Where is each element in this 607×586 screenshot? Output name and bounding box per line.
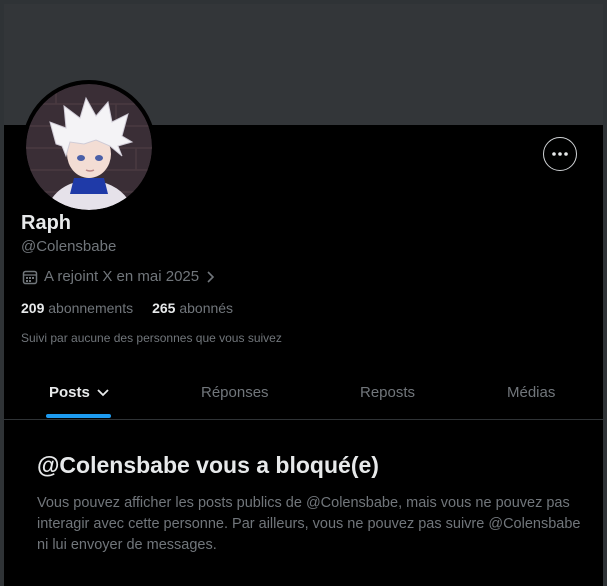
followers-count: 265 xyxy=(152,300,176,316)
blocked-description: Vous pouvez afficher les posts publics d… xyxy=(37,495,581,553)
chevron-down-icon xyxy=(97,388,109,396)
followed-by-text: Suivi par aucune des personnes que vous … xyxy=(21,331,282,345)
joined-date-label: A rejoint X en mai 2025 xyxy=(44,268,200,285)
follow-stats: 209 abonnements 265 abonnés xyxy=(21,300,233,316)
blocked-title: @Colensbabe vous a bloqué(e) xyxy=(37,452,379,478)
followers-label: abonnés xyxy=(179,300,234,316)
tab-media-label: Médias xyxy=(507,384,556,401)
profile-handle: @Colensbabe xyxy=(21,238,117,255)
profile-name: Raph xyxy=(21,212,71,234)
active-tab-indicator xyxy=(46,414,111,418)
joined-date-link[interactable]: A rejoint X en mai 2025 xyxy=(22,268,215,285)
calendar-icon xyxy=(22,270,38,284)
chevron-right-icon xyxy=(207,270,215,283)
tab-replies[interactable]: Réponses xyxy=(201,366,269,419)
more-options-button[interactable] xyxy=(543,137,577,171)
more-horizontal-icon xyxy=(552,152,568,156)
tab-posts-label: Posts xyxy=(49,384,90,401)
profile-tabs: Posts Réponses Reposts Médias xyxy=(4,366,603,420)
tab-replies-label: Réponses xyxy=(201,384,269,401)
tab-media[interactable]: Médias xyxy=(507,366,555,419)
profile-page: Raph @Colensbabe A rejoint X en mai 2025… xyxy=(4,4,603,586)
avatar[interactable] xyxy=(22,80,156,214)
following-stat[interactable]: 209 abonnements xyxy=(21,300,133,316)
following-count: 209 xyxy=(21,300,45,316)
avatar-image xyxy=(26,84,152,210)
tab-posts[interactable]: Posts xyxy=(49,366,110,419)
tab-reposts-label: Reposts xyxy=(360,384,416,401)
followers-stat[interactable]: 265 abonnés xyxy=(152,300,233,316)
following-label: abonnements xyxy=(48,300,134,316)
tab-reposts[interactable]: Reposts xyxy=(360,366,415,419)
